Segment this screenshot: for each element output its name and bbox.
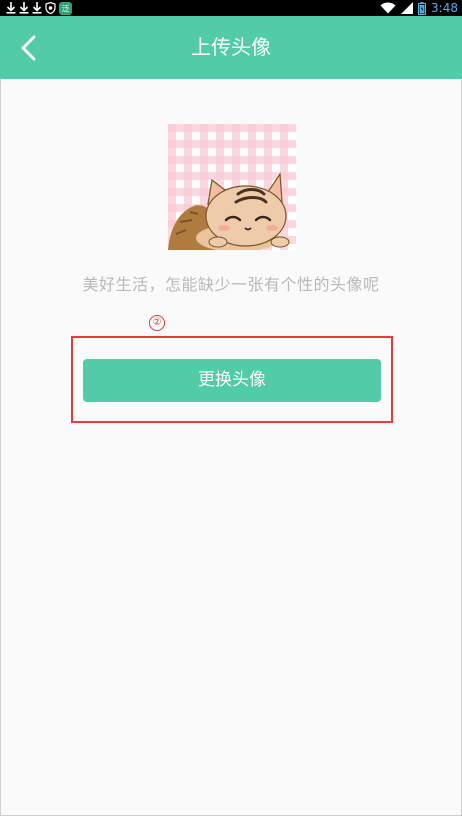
status-bar-notifications: 泛 xyxy=(6,0,72,16)
download-icon xyxy=(6,2,16,14)
avatar-image[interactable] xyxy=(168,124,296,250)
battery-icon xyxy=(418,1,427,15)
signal-icon xyxy=(401,2,414,14)
content-area: 美好生活，怎能缺少一张有个性的头像呢 ② 更换头像 xyxy=(0,79,462,816)
app-badge-icon: 泛 xyxy=(59,1,72,15)
step-marker: ② xyxy=(149,315,165,331)
download-icon xyxy=(32,2,42,14)
avatar-tagline: 美好生活，怎能缺少一张有个性的头像呢 xyxy=(82,275,380,294)
app-bar: 上传头像 xyxy=(0,16,462,79)
status-bar: 泛 3:48 xyxy=(0,0,462,16)
change-avatar-button[interactable]: 更换头像 xyxy=(83,359,381,402)
wifi-icon xyxy=(380,2,396,14)
svg-text:泛: 泛 xyxy=(62,3,70,13)
download-icon xyxy=(19,2,29,14)
clock: 3:48 xyxy=(431,1,458,15)
page-title: 上传头像 xyxy=(191,35,271,59)
status-bar-system: 3:48 xyxy=(380,0,458,16)
avatar-cat-illustration xyxy=(168,124,296,250)
shield-icon xyxy=(45,2,56,14)
